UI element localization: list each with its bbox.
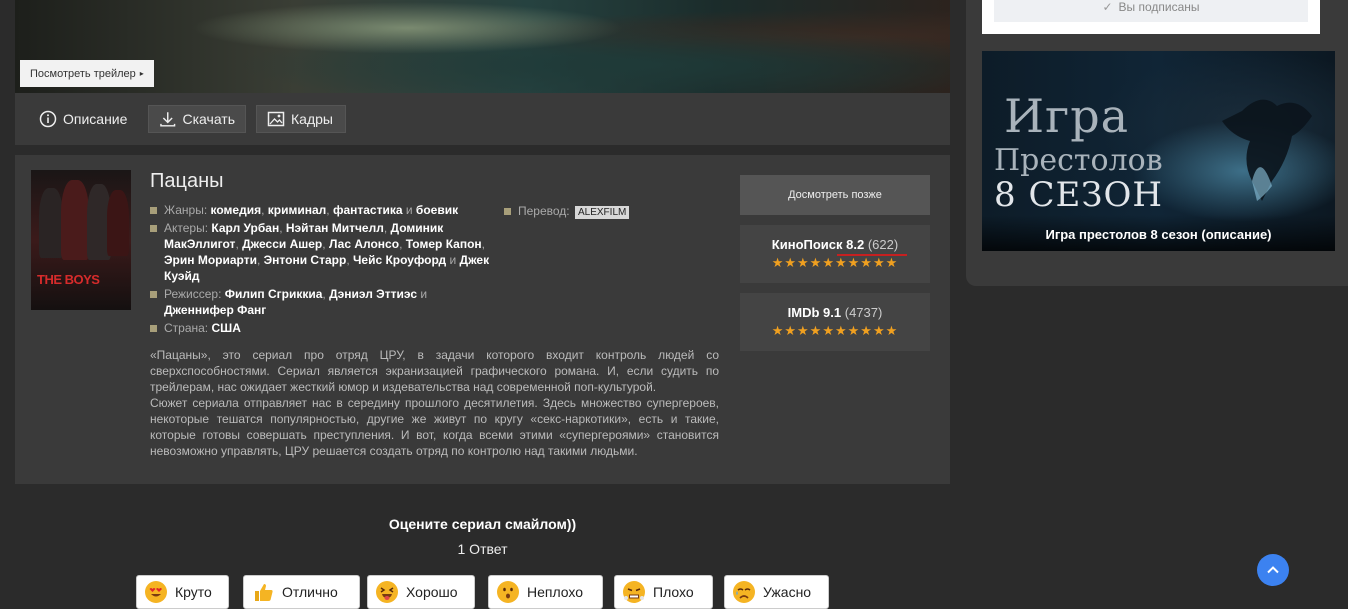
- poster-figure: [107, 190, 129, 256]
- show-meta: Жанры: комедия, криминал, фантастика и б…: [150, 202, 495, 338]
- tab-download[interactable]: Скачать: [148, 105, 246, 133]
- imdb-rating[interactable]: IMDb 9.1 (4737) ★★★★★★★★★★: [740, 293, 930, 351]
- vote-button-excellent[interactable]: Отлично: [243, 575, 360, 609]
- tab-description[interactable]: Описание: [39, 105, 127, 133]
- genre-link[interactable]: фантастика: [333, 203, 403, 217]
- surprised-emoji-icon: [497, 581, 519, 603]
- kinopoisk-count: (622): [867, 237, 899, 252]
- promo-title-line3: 8 СЕЗОН: [994, 175, 1163, 215]
- info-icon: [39, 110, 57, 128]
- genre-link[interactable]: криминал: [268, 203, 327, 217]
- imdb-score: IMDb 9.1: [787, 305, 842, 320]
- translation-row: Перевод: ALEXFILM: [504, 204, 630, 219]
- country-link[interactable]: США: [212, 321, 241, 335]
- poster-figure: [39, 188, 63, 258]
- country-row: Страна: США: [150, 320, 495, 336]
- show-description: «Пацаны», это сериал про отряд ЦРУ, в за…: [150, 348, 719, 458]
- vote-button-cool[interactable]: Круто: [136, 575, 229, 609]
- actor-link[interactable]: Нэйтан Митчелл: [286, 221, 384, 235]
- vote-button-good[interactable]: Хорошо: [367, 575, 475, 609]
- imdb-stars: ★★★★★★★★★★: [771, 323, 899, 338]
- poster-logo: THE BOYS: [37, 272, 100, 287]
- actor-link[interactable]: Джесси Ашер: [242, 237, 322, 251]
- kinopoisk-score: КиноПоиск 8.2: [771, 237, 865, 252]
- play-arrow-icon: ▸: [139, 69, 144, 78]
- kinopoisk-stars: ★★★★★★★★★★: [771, 255, 899, 270]
- director-link[interactable]: Филип Сгриккиа: [225, 287, 323, 301]
- vote-title: Оцените сериал смайлом)): [388, 516, 577, 532]
- poster-figure: [61, 180, 89, 260]
- promo-title-line2: Престолов: [994, 143, 1163, 178]
- scroll-to-top-button[interactable]: [1257, 554, 1289, 586]
- actor-link[interactable]: Энтони Старр: [264, 253, 347, 267]
- download-icon: [160, 112, 176, 127]
- show-poster[interactable]: THE BOYS: [31, 170, 131, 310]
- watch-later-button[interactable]: Досмотреть позже: [740, 175, 930, 215]
- image-icon: [267, 111, 285, 127]
- imdb-count: (4737): [844, 305, 883, 320]
- promo-banner-game-of-thrones[interactable]: Игра Престолов 8 СЕЗОН Игра престолов 8 …: [982, 51, 1335, 251]
- actors-row: Актеры: Карл Урбан, Нэйтан Митчелл, Доми…: [150, 220, 495, 284]
- genre-link[interactable]: комедия: [211, 203, 262, 217]
- subscribed-button[interactable]: ✓ Вы подписаны: [994, 0, 1308, 22]
- dragon-silhouette: [1222, 99, 1312, 201]
- subscribe-card: ✓ Вы подписаны: [982, 0, 1320, 34]
- sidebar: ✓ Вы подписаны Игра Престолов 8 СЕЗОН Игр…: [966, 0, 1348, 286]
- sad-sweat-emoji-icon: [733, 581, 755, 603]
- tab-bar: Описание Скачать Кадры: [15, 93, 950, 145]
- director-link[interactable]: Дэниэл Эттиэс: [329, 287, 417, 301]
- tab-frames[interactable]: Кадры: [256, 105, 346, 133]
- translation-tag[interactable]: ALEXFILM: [574, 206, 630, 219]
- actor-link[interactable]: Эрин Мориарти: [164, 253, 257, 267]
- director-row: Режиссер: Филип Сгриккиа, Дэниэл Эттиэс …: [150, 286, 495, 318]
- promo-title-line1: Игра: [1004, 89, 1130, 143]
- actor-link[interactable]: Лас Алонсо: [329, 237, 399, 251]
- vote-count: 1 Ответ: [457, 541, 508, 557]
- vote-button-bad[interactable]: Плохо: [614, 575, 713, 609]
- genre-link[interactable]: боевик: [416, 203, 458, 217]
- show-info-card: THE BOYS Пацаны Жанры: комедия, криминал…: [15, 155, 950, 484]
- actor-link[interactable]: Чейс Кроуфорд: [353, 253, 446, 267]
- director-link[interactable]: Дженнифер Фанг: [164, 303, 266, 317]
- actor-link[interactable]: Томер Капон: [406, 237, 482, 251]
- check-icon: ✓: [1102, 0, 1113, 14]
- genres-row: Жанры: комедия, криминал, фантастика и б…: [150, 202, 495, 218]
- angry-steam-emoji-icon: [623, 581, 645, 603]
- kinopoisk-rating[interactable]: КиноПоиск 8.2 (622) ★★★★★★★★★★: [740, 225, 930, 283]
- actor-link[interactable]: Карл Урбан: [211, 221, 279, 235]
- heart-eyes-emoji-icon: [145, 581, 167, 603]
- tongue-emoji-icon: [376, 581, 398, 603]
- show-title: Пацаны: [150, 170, 224, 192]
- promo-caption: Игра престолов 8 сезон (описание): [982, 215, 1335, 251]
- kinopoisk-underline: [837, 254, 907, 256]
- vote-button-awful[interactable]: Ужасно: [724, 575, 829, 609]
- vote-button-not-bad[interactable]: Неплохо: [488, 575, 603, 609]
- thumbs-up-icon: [252, 581, 274, 603]
- watch-trailer-button[interactable]: Посмотреть трейлер ▸: [20, 60, 154, 87]
- chevron-up-icon: [1267, 566, 1279, 574]
- trailer-preview[interactable]: Посмотреть трейлер ▸: [15, 0, 950, 93]
